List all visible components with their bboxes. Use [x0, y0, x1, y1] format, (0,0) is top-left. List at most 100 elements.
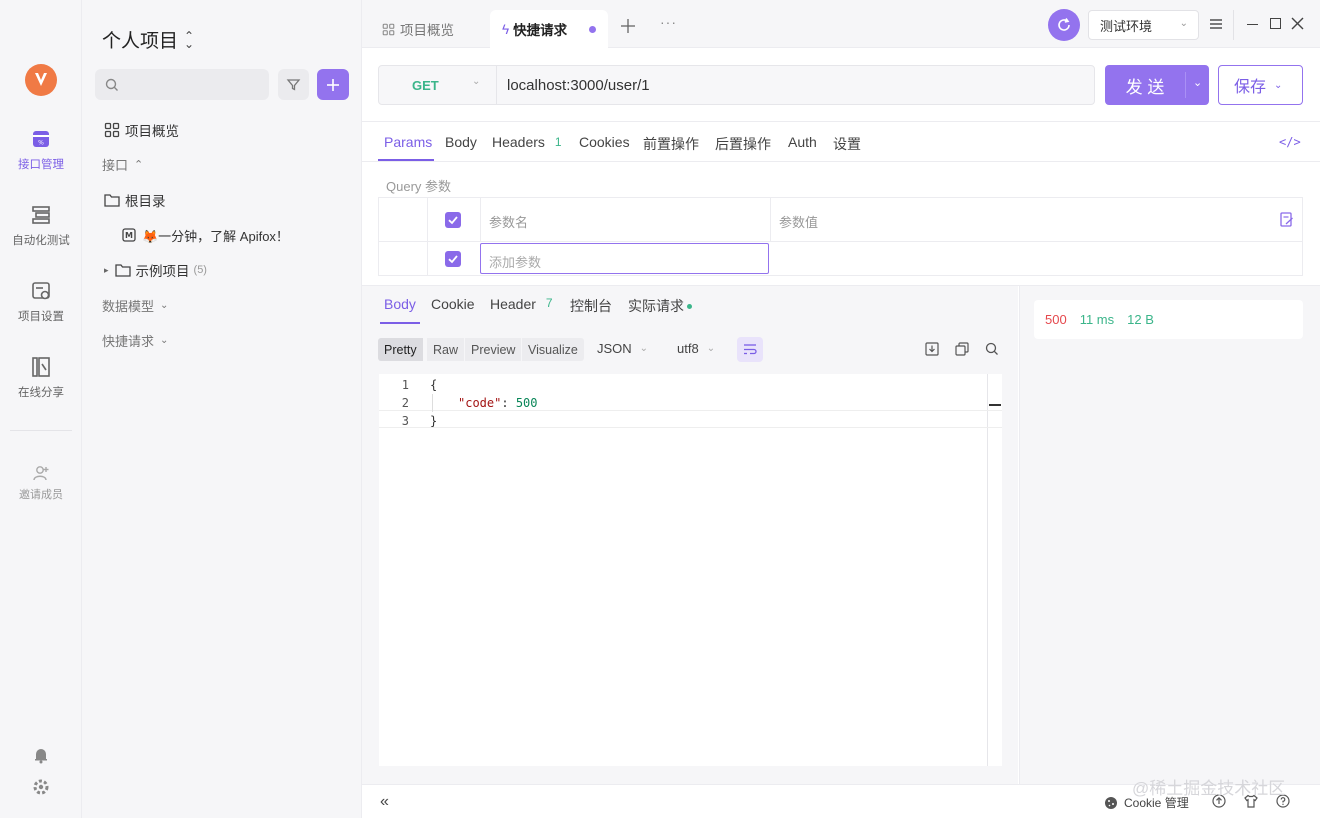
- col-param-name: 参数名: [489, 215, 529, 230]
- minimize-icon[interactable]: [1247, 24, 1258, 26]
- chevron-down-icon: ⌄: [160, 299, 169, 311]
- rail-item-project-settings[interactable]: 项目设置: [0, 280, 82, 324]
- tab-cookies[interactable]: Cookies: [579, 134, 630, 150]
- quick-request-section[interactable]: 快捷请求 ⌄: [102, 328, 168, 352]
- api-section-header[interactable]: 接口 ⌃: [102, 152, 143, 176]
- encoding-select[interactable]: utf8 ⌄: [677, 341, 715, 356]
- response-meta-pane: [1019, 286, 1320, 784]
- tab-post-script[interactable]: 后置操作: [715, 134, 771, 154]
- resp-tab-header-label: Header: [490, 296, 536, 312]
- tab-body[interactable]: Body: [445, 134, 477, 150]
- code-view-icon[interactable]: </>: [1279, 135, 1301, 149]
- watermark: @稀土掘金技术社区: [1132, 779, 1286, 798]
- collapse-sidebar-icon[interactable]: «: [380, 793, 389, 811]
- request-tabs: Params Body Headers 1 Cookies 前置操作 后置操作 …: [362, 122, 1320, 162]
- status-code: 500: [1045, 312, 1067, 327]
- caret-right-icon: ▸: [104, 264, 109, 275]
- data-model-label: 数据模型: [102, 298, 155, 314]
- chevron-down-icon: ⌄: [1274, 79, 1283, 91]
- plus-icon: [327, 78, 339, 91]
- download-icon[interactable]: [925, 342, 939, 356]
- rail-label: 接口管理: [18, 159, 64, 171]
- query-params-label: Query 参数: [386, 179, 452, 194]
- menu-button[interactable]: [1209, 18, 1223, 30]
- invite-label: 邀请成员: [19, 489, 63, 501]
- project-overview-item[interactable]: 项目概览: [104, 118, 179, 142]
- maximize-icon[interactable]: [1270, 18, 1281, 29]
- gear-icon[interactable]: [32, 778, 50, 796]
- code-line: }: [430, 414, 438, 428]
- env-selected: 测试环境: [1100, 18, 1153, 34]
- send-button[interactable]: 发 送: [1105, 65, 1185, 105]
- format-select[interactable]: JSON ⌄: [597, 341, 648, 356]
- env-select[interactable]: 测试环境 ⌄: [1088, 10, 1199, 40]
- scrollbar-track[interactable]: [987, 374, 988, 766]
- search-icon[interactable]: [985, 342, 999, 356]
- divider: [480, 198, 481, 242]
- data-model-section[interactable]: 数据模型 ⌄: [102, 293, 168, 317]
- bell-icon[interactable]: [32, 746, 50, 764]
- add-button[interactable]: [317, 69, 349, 100]
- resp-tab-console[interactable]: 控制台: [570, 296, 612, 316]
- tab-headers[interactable]: Headers 1: [492, 134, 562, 150]
- resp-tab-actual-request[interactable]: 实际请求: [628, 296, 692, 316]
- view-pretty[interactable]: Pretty: [378, 338, 423, 361]
- tab-settings[interactable]: 设置: [833, 134, 861, 154]
- headers-count-badge: 1: [554, 135, 562, 149]
- automation-test-icon: [30, 204, 52, 226]
- method-select[interactable]: GET ⌄: [379, 66, 496, 104]
- rail-item-api-management[interactable]: % 接口管理: [0, 128, 82, 172]
- chevron-down-icon: ⌄: [639, 343, 649, 354]
- example-folder-item[interactable]: ▸ 示例项目 (5): [104, 258, 207, 282]
- view-raw[interactable]: Raw: [427, 338, 465, 361]
- project-switcher[interactable]: 个人项目 ⌃ ⌄: [102, 26, 194, 53]
- send-options-chevron-icon[interactable]: ⌄: [1193, 76, 1202, 89]
- code-line: "code": 500: [458, 396, 538, 410]
- resp-tab-cookie[interactable]: Cookie: [431, 296, 475, 312]
- root-dir-item[interactable]: 根目录: [104, 188, 166, 212]
- method-label: GET: [412, 77, 439, 93]
- add-param-input[interactable]: 添加参数: [480, 243, 769, 274]
- chevron-down-icon: ⌄: [160, 334, 169, 346]
- json-key: "code": [458, 396, 502, 410]
- online-share-icon: [30, 356, 52, 378]
- search-input[interactable]: [95, 69, 269, 100]
- tab-quick-request[interactable]: ϟ 快捷请求: [490, 10, 608, 48]
- folder-icon: [114, 264, 131, 277]
- new-tab-button[interactable]: [620, 18, 636, 34]
- wrap-toggle[interactable]: [737, 337, 763, 362]
- active-tab-indicator: [378, 159, 434, 161]
- invite-member-button[interactable]: 邀请成员: [0, 464, 82, 502]
- json-value: 500: [515, 396, 538, 410]
- scroll-thumb[interactable]: [989, 404, 1001, 406]
- app-logo[interactable]: [25, 64, 57, 96]
- tab-overview[interactable]: 项目概览: [370, 10, 466, 48]
- view-visualize[interactable]: Visualize: [522, 338, 584, 361]
- response-code-editor[interactable]: 1 2 3 { "code": 500 }: [379, 374, 1002, 766]
- bulk-edit-icon[interactable]: [1280, 212, 1294, 227]
- tab-bar: 项目概览 ϟ 快捷请求 ··· 测试环境 ⌄: [362, 0, 1320, 48]
- sync-button[interactable]: [1048, 9, 1080, 41]
- close-icon[interactable]: [1291, 17, 1304, 30]
- resp-tab-header[interactable]: Header 7: [490, 296, 553, 312]
- tab-pre-script[interactable]: 前置操作: [643, 134, 699, 154]
- folder-icon: [104, 194, 120, 207]
- filter-button[interactable]: [278, 69, 309, 100]
- response-tabs: Body Cookie Header 7 控制台 实际请求: [362, 286, 1018, 326]
- save-button[interactable]: 保存 ⌄: [1218, 65, 1303, 105]
- copy-icon[interactable]: [955, 342, 969, 356]
- rail-item-online-share[interactable]: 在线分享: [0, 356, 82, 400]
- doc-item[interactable]: M 🦊一分钟，了解 Apifox！: [122, 223, 289, 247]
- resp-tab-body[interactable]: Body: [384, 296, 416, 312]
- rail-item-automation[interactable]: 自动化测试: [0, 204, 82, 248]
- more-tabs-icon[interactable]: ···: [660, 14, 677, 30]
- project-settings-icon: [30, 280, 52, 302]
- code-content: { "code": 500 }: [430, 376, 538, 430]
- tab-auth[interactable]: Auth: [788, 134, 817, 150]
- tab-params[interactable]: Params: [384, 134, 432, 150]
- select-all-checkbox[interactable]: [445, 212, 461, 228]
- url-input[interactable]: localhost:3000/user/1: [507, 66, 650, 104]
- rail-label: 在线分享: [18, 387, 64, 399]
- view-preview[interactable]: Preview: [465, 338, 522, 361]
- row-checkbox[interactable]: [445, 251, 461, 267]
